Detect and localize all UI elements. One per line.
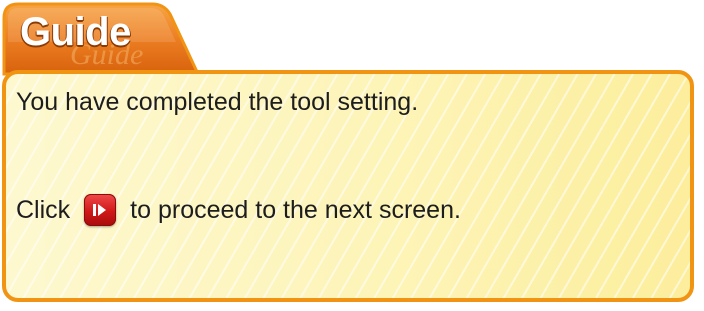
guide-tab-title: Guide — [20, 10, 131, 54]
next-screen-button[interactable] — [84, 194, 117, 226]
instruction-line: Click to proceed to the next screen. — [16, 194, 461, 226]
next-screen-icon — [93, 204, 107, 216]
completion-message: You have completed the tool setting. — [16, 88, 419, 116]
guide-message-box: You have completed the tool setting. Cli… — [2, 70, 694, 302]
instruction-prefix: Click — [16, 195, 71, 224]
instruction-suffix: to proceed to the next screen. — [130, 195, 461, 224]
guide-panel: Guide Guide You have completed the tool … — [0, 0, 704, 311]
